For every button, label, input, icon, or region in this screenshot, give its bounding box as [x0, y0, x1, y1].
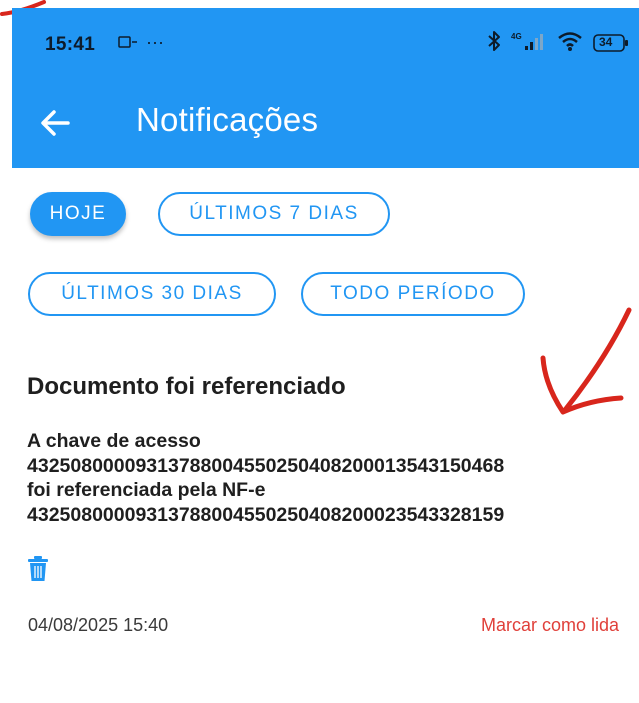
notification-access-key: 4325080000931378800455025040820001354315…	[27, 454, 505, 477]
signal-icon: 4G	[511, 30, 547, 57]
filter-chip-todo-periodo[interactable]: TODO PERÍODO	[301, 272, 525, 316]
bluetooth-icon	[487, 30, 501, 57]
notification-title: Documento foi referenciado	[27, 373, 346, 400]
notification-card: Documento foi referenciado A chave de ac…	[27, 373, 627, 527]
arrow-left-icon[interactable]	[38, 105, 74, 141]
filter-chip-ultimos-30-dias[interactable]: ÚLTIMOS 30 DIAS	[28, 272, 276, 316]
status-time: 15:41	[45, 34, 96, 55]
sim-icon	[118, 34, 138, 55]
app-header: 15:41 ··· 4G 34 Notificações	[12, 8, 639, 168]
notification-body: A chave de acesso 4325080000931378800455…	[27, 429, 627, 527]
battery-level: 34	[599, 35, 613, 49]
app-bar: Notificações	[12, 93, 639, 153]
wifi-icon	[557, 30, 583, 57]
phone-screen: 15:41 ··· 4G 34 Notificações HOJE ÚLTIMO…	[12, 8, 639, 703]
status-bar: 15:41 ··· 4G 34	[12, 8, 639, 78]
filter-chip-ultimos-7-dias[interactable]: ÚLTIMOS 7 DIAS	[158, 192, 390, 236]
battery-icon: 34	[593, 33, 629, 53]
status-icons: 4G 34	[487, 30, 629, 56]
filter-chip-hoje[interactable]: HOJE	[30, 192, 126, 236]
notification-nfe-key: 4325080000931378800455025040820002354332…	[27, 503, 505, 526]
trash-icon[interactable]	[26, 555, 50, 583]
notification-body-line: foi referenciada pela NF-e	[27, 479, 266, 501]
status-indicator-dots: ···	[146, 32, 164, 52]
notification-body-line: A chave de acesso	[27, 430, 201, 452]
mark-as-read-button[interactable]: Marcar como lida	[481, 615, 619, 636]
notification-date: 04/08/2025 15:40	[28, 615, 169, 635]
svg-text:4G: 4G	[511, 32, 522, 41]
page-title: Notificações	[136, 101, 319, 138]
